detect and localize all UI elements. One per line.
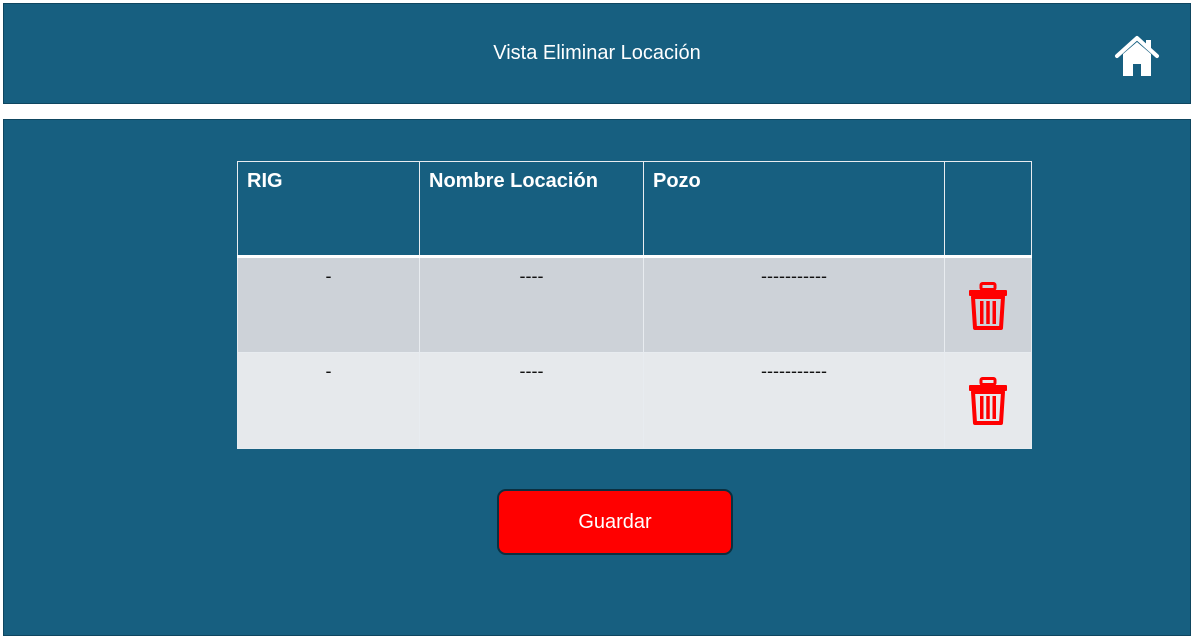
column-header-pozo: Pozo (643, 161, 945, 258)
column-header-rig: RIG (237, 161, 420, 258)
trash-icon[interactable] (966, 377, 1010, 425)
cell-rig: - (237, 256, 420, 353)
table-row: - ---- ----------- (237, 352, 1032, 449)
header-bar: Vista Eliminar Locación (3, 3, 1191, 104)
save-button[interactable]: Guardar (497, 489, 733, 555)
cell-pozo: ----------- (643, 256, 945, 353)
trash-icon[interactable] (966, 282, 1010, 330)
locations-table: RIG Nombre Locación Pozo - ---- --------… (237, 161, 1032, 449)
page-title: Vista Eliminar Locación (493, 42, 701, 64)
main-panel: RIG Nombre Locación Pozo - ---- --------… (3, 119, 1191, 636)
cell-pozo: ----------- (643, 352, 945, 449)
cell-rig: - (237, 352, 420, 449)
cell-nombre-locacion: ---- (419, 352, 644, 449)
cell-nombre-locacion: ---- (419, 256, 644, 353)
home-icon[interactable] (1113, 34, 1161, 78)
cell-actions (944, 352, 1032, 449)
cell-actions (944, 256, 1032, 353)
column-header-actions (944, 161, 1032, 258)
column-header-nombre-locacion: Nombre Locación (419, 161, 644, 258)
table-row: - ---- ----------- (237, 256, 1032, 353)
table-header-row: RIG Nombre Locación Pozo (237, 161, 1032, 258)
